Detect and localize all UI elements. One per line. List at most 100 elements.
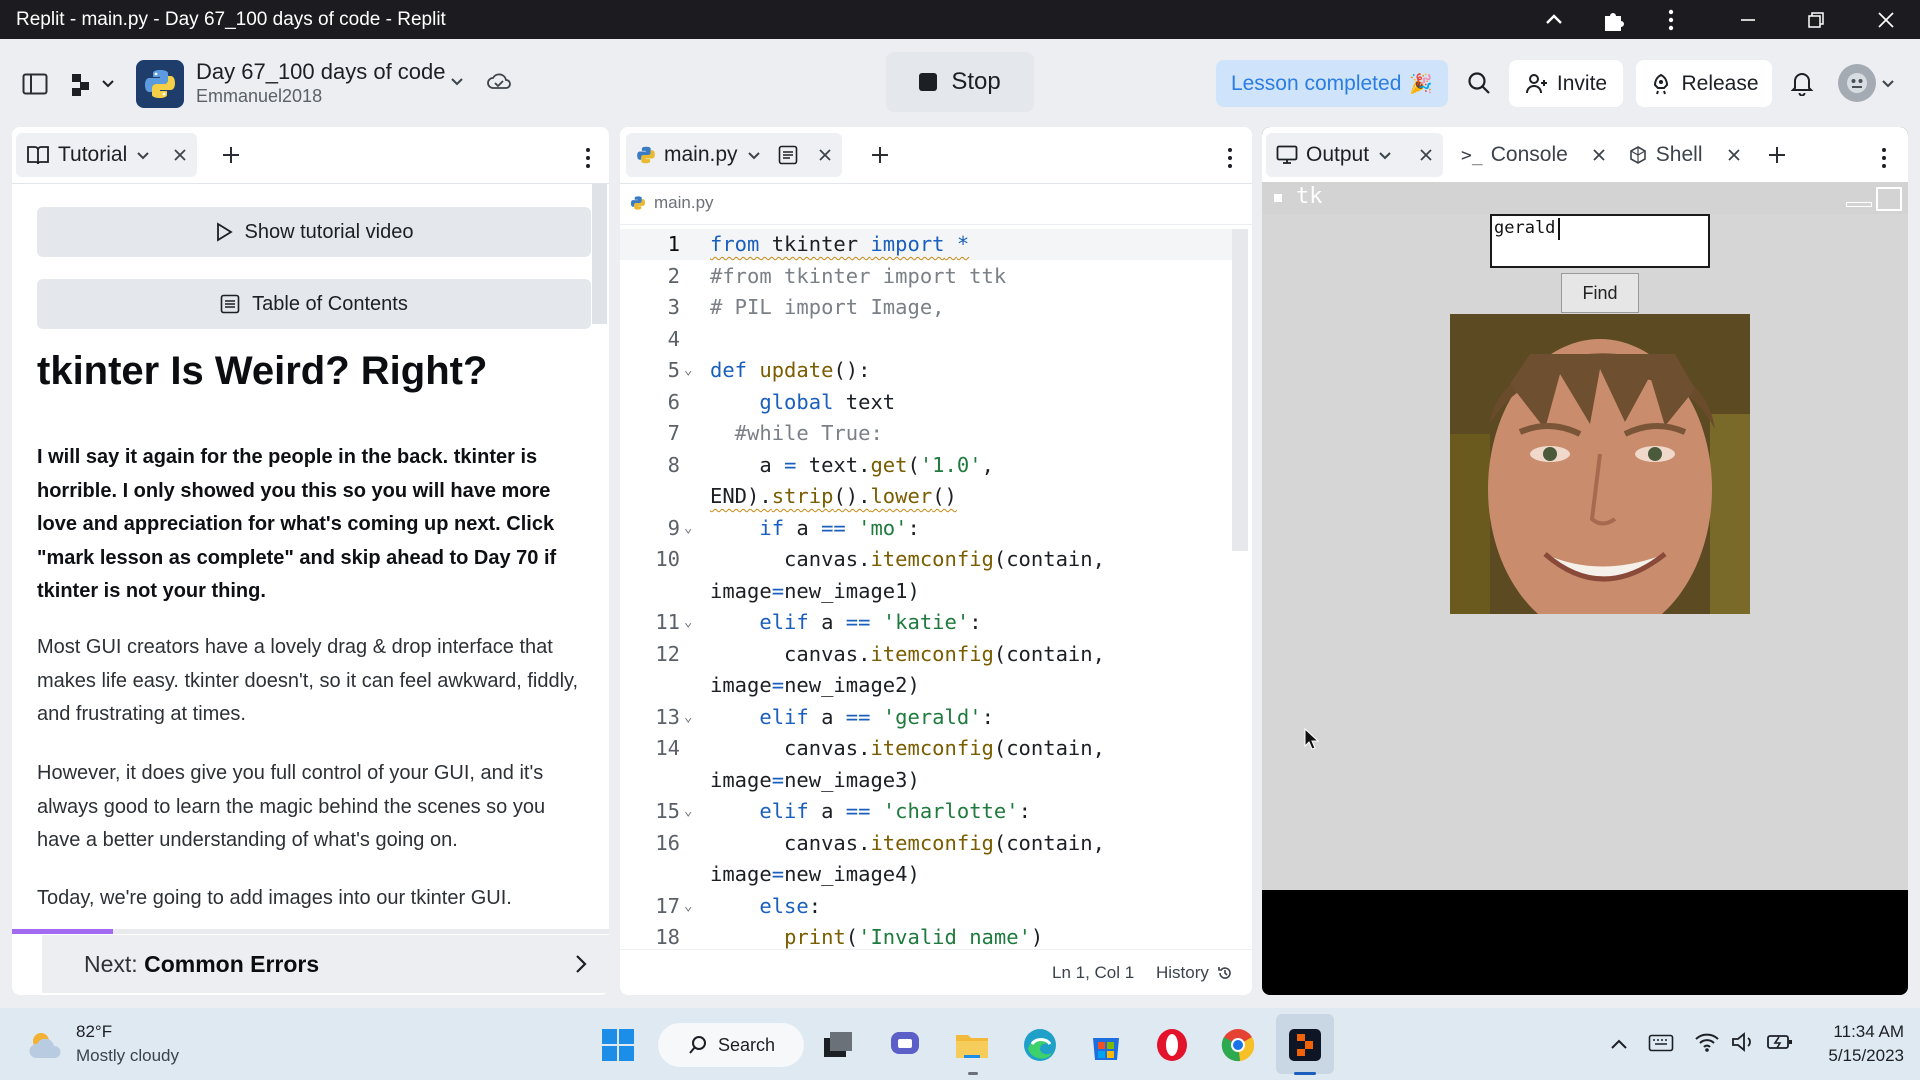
line-number: 12 — [655, 641, 680, 666]
tab-shell[interactable]: Shell — [1618, 133, 1751, 177]
fold-chevron-icon[interactable]: ⌄ — [684, 891, 692, 923]
tab-tutorial[interactable]: Tutorial — [16, 133, 198, 177]
code-line-wrapped: image=new_image4) — [710, 862, 920, 886]
restore-icon[interactable] — [1802, 6, 1830, 34]
repl-owner[interactable]: Emmanuel2018 — [196, 86, 322, 107]
name-entry[interactable]: gerald — [1490, 214, 1710, 268]
show-tutorial-video-button[interactable]: Show tutorial video — [37, 207, 591, 257]
weather-cloud-icon[interactable] — [26, 1030, 66, 1060]
sidebar-toggle-icon[interactable] — [22, 73, 48, 95]
chevron-down-icon[interactable] — [1377, 147, 1393, 163]
user-avatar[interactable] — [1838, 64, 1876, 102]
keyboard-icon[interactable] — [1648, 1032, 1674, 1054]
taskbar-search[interactable]: Search — [658, 1023, 804, 1067]
breadcrumb-file: main.py — [654, 193, 714, 212]
tutorial-scrollbar[interactable] — [592, 184, 607, 324]
table-of-contents-button[interactable]: Table of Contents — [37, 279, 591, 329]
avatar-chevron-down-icon[interactable] — [1880, 75, 1896, 91]
close-tab-icon[interactable] — [1727, 148, 1741, 162]
code-editor[interactable]: 1 from tkinter import * 2 #from tkinter im… — [620, 229, 1235, 949]
teams-chat-icon[interactable] — [884, 1023, 928, 1067]
tk-minimize-icon[interactable] — [1846, 202, 1872, 207]
tab-main-py[interactable]: main.py — [626, 133, 842, 177]
stop-button[interactable]: Stop — [886, 52, 1034, 112]
add-tab-icon[interactable] — [870, 145, 890, 165]
close-tab-icon[interactable] — [173, 148, 187, 162]
cursor-position[interactable]: Ln 1, Col 1 — [1052, 963, 1134, 983]
windows-taskbar: 82°F Mostly cloudy Search 11:34 AM 5/15/… — [0, 1008, 1920, 1080]
divider — [620, 183, 1252, 184]
add-tab-icon[interactable] — [1767, 145, 1787, 165]
code-line: elif a == 'charlotte': — [759, 799, 1031, 823]
replit-app-icon[interactable] — [1283, 1023, 1327, 1067]
pane-menu-icon[interactable] — [1880, 147, 1888, 169]
active-indicator — [1294, 1072, 1316, 1075]
file-explorer-icon[interactable] — [950, 1023, 994, 1067]
lesson-completed-badge[interactable]: Lesson completed 🎉 — [1216, 60, 1448, 107]
task-view-icon[interactable] — [816, 1023, 860, 1067]
close-tab-icon[interactable] — [1592, 148, 1606, 162]
release-icon — [1649, 72, 1673, 96]
fold-chevron-icon[interactable]: ⌄ — [684, 796, 692, 828]
tk-maximize-icon[interactable] — [1876, 187, 1902, 211]
tab-output[interactable]: Output — [1266, 133, 1444, 177]
code-line: def update(): — [710, 358, 871, 382]
opera-browser-icon[interactable] — [1150, 1023, 1194, 1067]
code-line: canvas.itemconfig(contain, — [710, 830, 1105, 855]
fold-chevron-icon[interactable]: ⌄ — [684, 702, 692, 734]
clock-date[interactable]: 5/15/2023 — [1810, 1046, 1904, 1066]
line-number: 3 — [667, 295, 680, 319]
microsoft-store-icon[interactable] — [1084, 1023, 1128, 1067]
find-button[interactable]: Find — [1561, 273, 1639, 313]
pane-menu-icon[interactable] — [584, 147, 592, 169]
close-tab-icon[interactable] — [818, 148, 832, 162]
code-line: # PIL import Image, — [710, 295, 945, 319]
windows-start-icon[interactable] — [596, 1023, 640, 1067]
chevron-down-icon[interactable] — [448, 72, 466, 90]
line-number: 13 — [655, 704, 680, 729]
invite-button[interactable]: Invite — [1509, 60, 1623, 107]
code-line-wrapped: image=new_image2) — [710, 673, 920, 697]
weather-description[interactable]: Mostly cloudy — [76, 1046, 179, 1066]
fold-chevron-icon[interactable]: ⌄ — [684, 355, 692, 387]
history-button[interactable]: History — [1156, 963, 1233, 983]
chevron-down-icon[interactable] — [135, 147, 151, 163]
close-tab-icon[interactable] — [1419, 148, 1433, 162]
python-file-icon — [636, 145, 656, 165]
extensions-icon[interactable] — [1599, 6, 1627, 34]
release-button[interactable]: Release — [1636, 60, 1772, 107]
pane-menu-icon[interactable] — [1226, 147, 1234, 169]
chevron-up-icon[interactable] — [1540, 6, 1568, 34]
show-hidden-icons-icon[interactable] — [1608, 1034, 1630, 1054]
fold-chevron-icon[interactable]: ⌄ — [684, 513, 692, 545]
tab-tutorial-label: Tutorial — [58, 143, 128, 166]
notifications-bell-icon[interactable] — [1790, 70, 1814, 96]
minimize-icon[interactable] — [1734, 6, 1762, 34]
tab-console[interactable]: >_ Console — [1451, 133, 1616, 177]
fold-chevron-icon[interactable]: ⌄ — [684, 607, 692, 639]
lesson-completed-label: Lesson completed — [1230, 71, 1402, 95]
edge-browser-icon[interactable] — [1018, 1023, 1062, 1067]
search-icon[interactable] — [1466, 70, 1492, 96]
repl-name[interactable]: Day 67_100 days of code — [196, 59, 446, 85]
chevron-down-icon[interactable] — [746, 147, 762, 163]
weather-temperature[interactable]: 82°F — [76, 1022, 112, 1042]
next-lesson-link[interactable]: Next: Common Errors — [42, 935, 609, 993]
more-menu-icon[interactable] — [1657, 6, 1685, 34]
battery-charging-icon[interactable] — [1766, 1030, 1794, 1054]
add-tab-icon[interactable] — [221, 145, 241, 165]
code-line-wrapped: image=new_image3) — [710, 767, 920, 792]
shell-icon — [1628, 145, 1648, 165]
file-options-icon[interactable] — [778, 145, 798, 165]
editor-scrollbar[interactable] — [1232, 229, 1248, 551]
cloud-sync-icon[interactable] — [486, 70, 512, 92]
tutorial-title: tkinter Is Weird? Right? — [37, 349, 488, 393]
chrome-browser-icon[interactable] — [1216, 1023, 1260, 1067]
breadcrumb[interactable]: main.py — [630, 193, 714, 213]
wifi-icon[interactable] — [1694, 1030, 1720, 1054]
volume-icon[interactable] — [1730, 1030, 1756, 1054]
clock-time[interactable]: 11:34 AM — [1820, 1022, 1904, 1042]
line-number: 6 — [667, 389, 680, 414]
close-window-icon[interactable] — [1872, 6, 1900, 34]
spaces-menu-button[interactable] — [70, 70, 118, 98]
